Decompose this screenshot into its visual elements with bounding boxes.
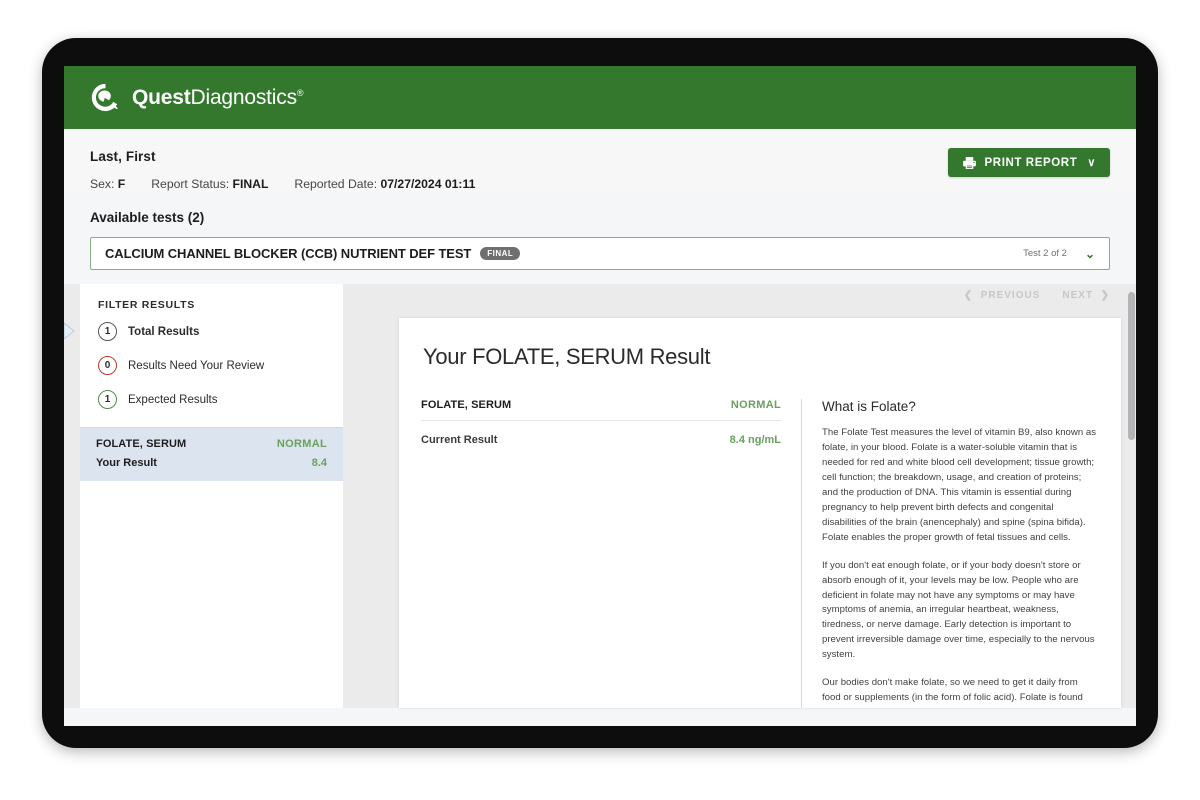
result-status-badge: NORMAL — [730, 399, 781, 411]
brand-name-light: Diagnostics — [190, 85, 298, 109]
result-detail-card: Your FOLATE, SERUM Result FOLATE, SERUM … — [399, 318, 1121, 708]
tablet-device-frame: QuestDiagnostics® Last, First Sex: F Rep… — [42, 38, 1158, 748]
test-selector-bar[interactable]: CALCIUM CHANNEL BLOCKER (CCB) NUTRIENT D… — [90, 237, 1110, 270]
sex-value: F — [117, 177, 126, 191]
brand-wordmark: QuestDiagnostics® — [132, 85, 304, 110]
info-panel: What is Folate? The Folate Test measures… — [801, 399, 1099, 708]
printer-icon — [962, 156, 976, 169]
print-report-button[interactable]: PRINT REPORT ∨ — [947, 148, 1110, 177]
info-paragraph-1: The Folate Test measures the level of vi… — [822, 427, 1097, 543]
filter-row-total-results[interactable]: 1 Total Results — [64, 318, 343, 345]
filter-row-expected-results[interactable]: 1 Expected Results — [80, 386, 343, 413]
result-pager: ❮ PREVIOUS NEXT ❯ — [964, 290, 1110, 301]
sidebar-result-sublabel: Your Result — [96, 457, 157, 469]
report-status-field: Report Status: FINAL — [151, 177, 268, 191]
filter-label: Expected Results — [128, 393, 218, 406]
result-analyte-name: FOLATE, SERUM — [421, 399, 512, 411]
current-result-label: Current Result — [421, 434, 498, 446]
vertical-scrollbar-thumb[interactable] — [1127, 292, 1135, 440]
available-tests-title: Available tests (2) — [90, 210, 205, 225]
chevron-down-icon: ∨ — [1087, 157, 1096, 169]
sex-field: Sex: F — [90, 177, 125, 191]
report-status-label: Report Status: — [151, 177, 230, 191]
sidebar-result-line-value: Your Result 8.4 — [96, 457, 327, 469]
sidebar-result-item-folate[interactable]: FOLATE, SERUM NORMAL Your Result 8.4 — [80, 427, 343, 481]
chevron-down-icon[interactable]: ⌄ — [1085, 247, 1095, 261]
filter-row-needs-review[interactable]: 0 Results Need Your Review — [80, 352, 343, 379]
test-status-badge: FINAL — [480, 246, 521, 261]
filter-label: Results Need Your Review — [128, 359, 265, 372]
sidebar-result-value: 8.4 — [311, 457, 327, 469]
info-paragraph-3: Our bodies don't make folate, so we need… — [822, 677, 1086, 708]
brand-header: QuestDiagnostics® — [64, 66, 1136, 129]
previous-label: PREVIOUS — [980, 290, 1041, 301]
sidebar-result-name: FOLATE, SERUM — [96, 438, 187, 450]
previous-result-button[interactable]: ❮ PREVIOUS — [964, 290, 1041, 301]
reported-date-field: Reported Date: 07/27/2024 01:11 — [294, 177, 475, 191]
sex-label: Sex: — [90, 177, 115, 191]
results-body-area: ❮ PREVIOUS NEXT ❯ FILTER RESULTS 1 Total… — [64, 284, 1136, 708]
info-paragraph-2: If you don't eat enough folate, or if yo… — [822, 559, 1095, 661]
filter-sidebar: FILTER RESULTS 1 Total Results 0 Results… — [64, 284, 343, 708]
result-analyte-header-row: FOLATE, SERUM NORMAL — [421, 399, 781, 421]
report-status-value: FINAL — [232, 177, 269, 191]
result-values-column: FOLATE, SERUM NORMAL Current Result 8.4 … — [421, 399, 801, 708]
registered-mark: ® — [296, 87, 304, 98]
print-report-label: PRINT REPORT — [984, 156, 1078, 169]
vertical-scrollbar-track[interactable] — [1125, 284, 1136, 708]
selected-test-name: CALCIUM CHANNEL BLOCKER (CCB) NUTRIENT D… — [105, 246, 472, 261]
patient-meta-row: Sex: F Report Status: FINAL Reported Dat… — [90, 177, 1110, 191]
filter-results-title: FILTER RESULTS — [98, 299, 195, 311]
page-title: Your FOLATE, SERUM Result — [423, 344, 711, 369]
test-counter: Test 2 of 2 — [1023, 248, 1067, 259]
filter-count-badge: 0 — [98, 356, 117, 375]
current-result-row: Current Result 8.4 ng/mL — [421, 434, 781, 446]
patient-info-strip: Last, First Sex: F Report Status: FINAL … — [64, 129, 1136, 191]
active-filter-pointer-icon — [64, 322, 75, 340]
sidebar-result-line-name: FOLATE, SERUM NORMAL — [96, 438, 327, 450]
next-label: NEXT — [1062, 290, 1094, 301]
current-result-value: 8.4 ng/mL — [729, 434, 781, 446]
filter-count-badge: 1 — [98, 390, 117, 409]
filter-count-badge: 1 — [98, 322, 117, 341]
quest-swirl-logo-icon — [91, 83, 119, 112]
reported-date-value: 07/27/2024 01:11 — [380, 177, 476, 191]
filter-label: Total Results — [128, 325, 200, 338]
filter-card: FILTER RESULTS 1 Total Results 0 Results… — [64, 284, 343, 427]
browser-screen: QuestDiagnostics® Last, First Sex: F Rep… — [64, 66, 1136, 726]
result-split-layout: FOLATE, SERUM NORMAL Current Result 8.4 … — [421, 399, 1099, 708]
reported-date-label: Reported Date: — [294, 177, 378, 191]
sidebar-result-flag: NORMAL — [276, 438, 327, 450]
brand-name-bold: Quest — [132, 85, 191, 109]
info-panel-title: What is Folate? — [822, 399, 916, 414]
next-result-button[interactable]: NEXT ❯ — [1062, 290, 1110, 301]
